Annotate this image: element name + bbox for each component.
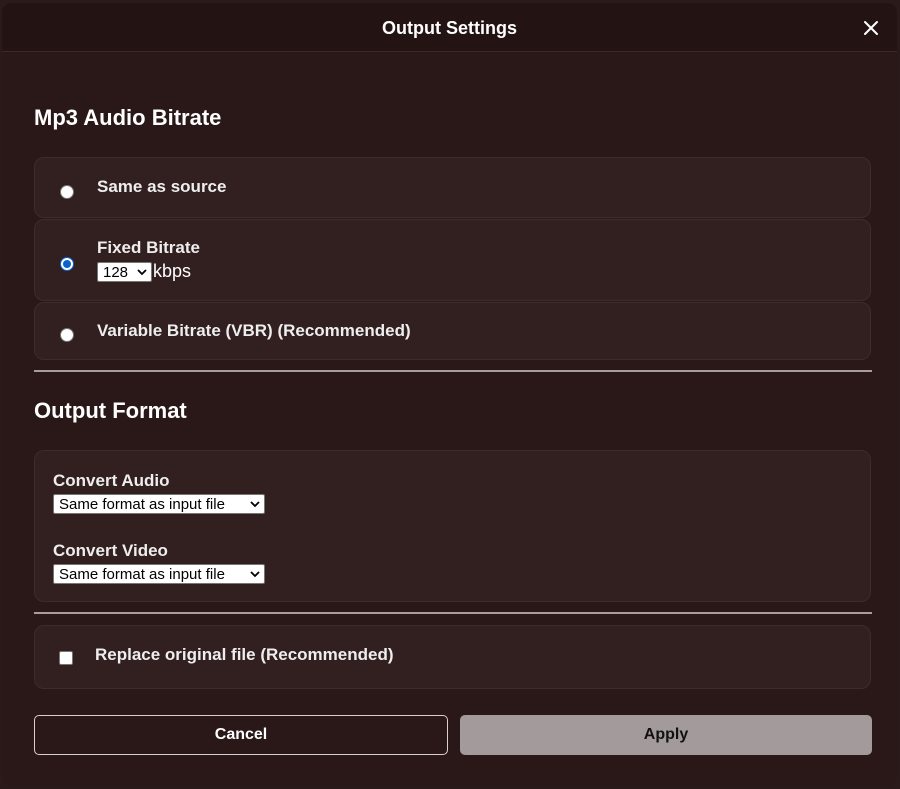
chevron-down-icon bbox=[250, 501, 260, 508]
convert-video-value: Same format as input file bbox=[59, 566, 225, 583]
replace-original-label: Replace original file (Recommended) bbox=[95, 645, 394, 664]
cancel-button[interactable]: Cancel bbox=[34, 715, 448, 755]
radio-vbr[interactable] bbox=[60, 328, 74, 342]
option-label-fixed-bitrate: Fixed Bitrate bbox=[97, 238, 200, 257]
convert-video-select[interactable]: Same format as input file bbox=[53, 564, 265, 584]
section-divider bbox=[34, 612, 872, 614]
bitrate-unit: kbps bbox=[153, 261, 192, 281]
chevron-down-icon bbox=[250, 571, 260, 578]
output-settings-dialog: Output Settings Mp3 Audio Bitrate Same a… bbox=[2, 3, 897, 786]
close-icon[interactable] bbox=[860, 17, 882, 39]
format-card: Convert Audio Same format as input file … bbox=[34, 450, 871, 602]
format-heading: Output Format bbox=[34, 398, 187, 423]
dialog-titlebar: Output Settings bbox=[2, 3, 897, 52]
dialog-title: Output Settings bbox=[382, 18, 517, 38]
radio-same-as-source[interactable] bbox=[60, 185, 74, 199]
bitrate-heading: Mp3 Audio Bitrate bbox=[34, 105, 222, 130]
bitrate-option-same-as-source[interactable]: Same as source bbox=[34, 157, 871, 218]
fixed-bitrate-select[interactable]: 128 bbox=[97, 262, 152, 282]
replace-original-checkbox[interactable] bbox=[59, 651, 73, 665]
fixed-bitrate-value: 128 bbox=[103, 264, 129, 281]
apply-button[interactable]: Apply bbox=[460, 715, 872, 755]
bitrate-option-vbr[interactable]: Variable Bitrate (VBR) (Recommended) bbox=[34, 302, 871, 360]
convert-audio-value: Same format as input file bbox=[59, 496, 225, 513]
chevron-down-icon bbox=[137, 269, 147, 276]
convert-video-label: Convert Video bbox=[53, 541, 168, 560]
bitrate-option-fixed[interactable]: Fixed Bitrate 128 kbps bbox=[34, 219, 871, 301]
option-label-vbr: Variable Bitrate (VBR) (Recommended) bbox=[97, 321, 411, 340]
replace-original-card[interactable]: Replace original file (Recommended) bbox=[34, 625, 871, 689]
radio-fixed-bitrate[interactable] bbox=[60, 257, 74, 271]
convert-audio-label: Convert Audio bbox=[53, 471, 170, 490]
section-divider bbox=[34, 370, 872, 372]
convert-audio-select[interactable]: Same format as input file bbox=[53, 494, 265, 514]
option-label-same-as-source: Same as source bbox=[97, 177, 227, 196]
